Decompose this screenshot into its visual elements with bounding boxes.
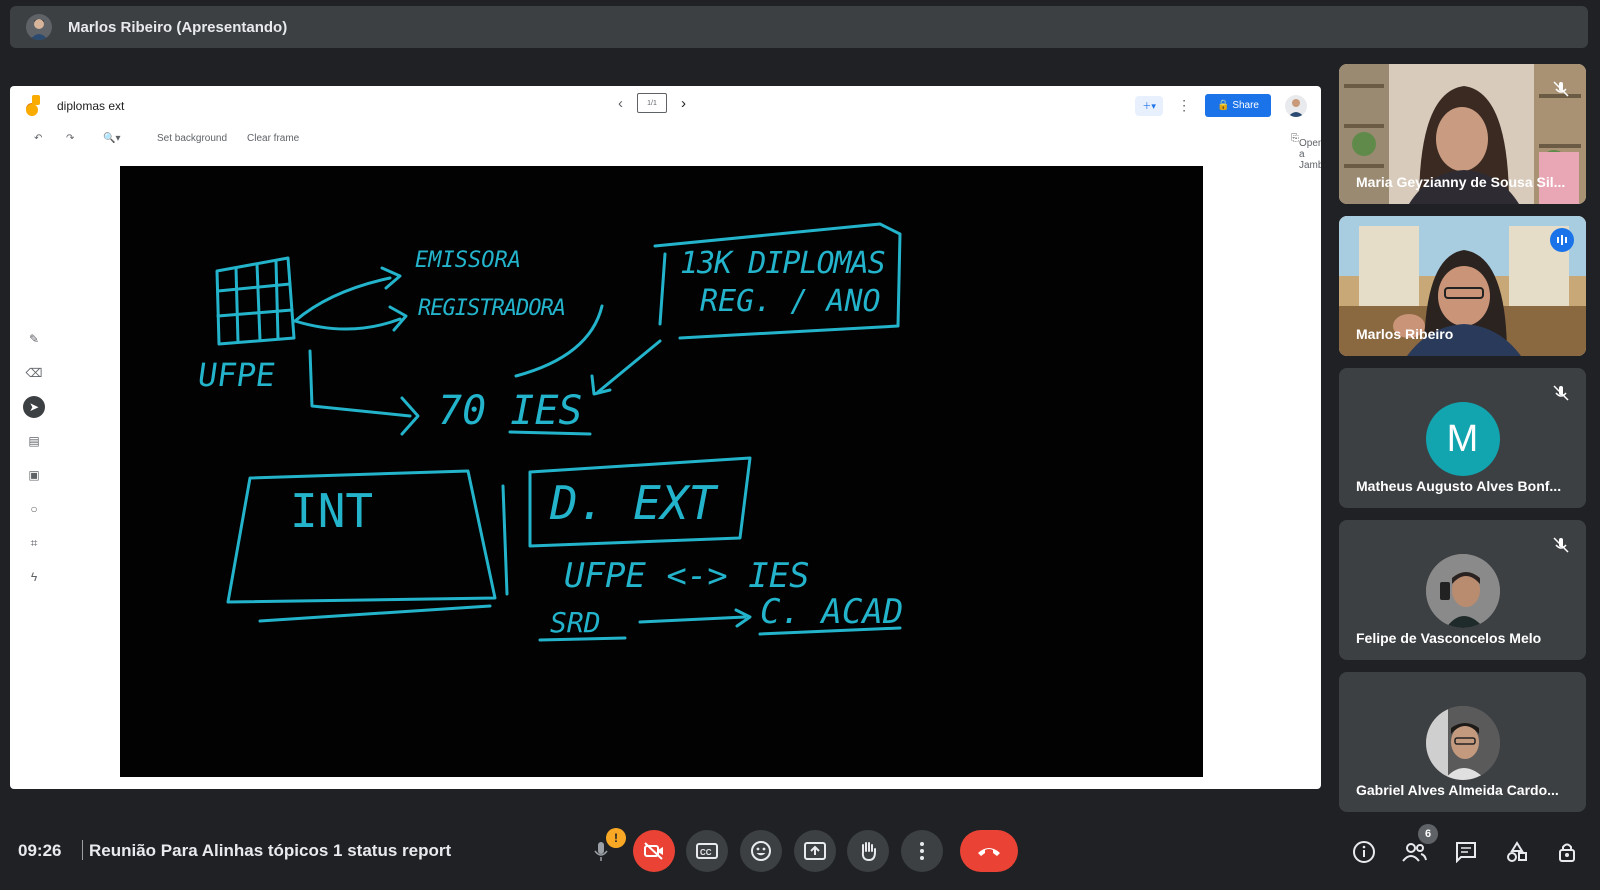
participant-tile[interactable]: M Matheus Augusto Alves Bonf... bbox=[1339, 368, 1586, 508]
hang-up-icon bbox=[978, 848, 1000, 856]
prev-frame-icon[interactable]: ‹ bbox=[618, 95, 623, 112]
people-icon bbox=[1402, 843, 1427, 862]
muted-mic-icon bbox=[1553, 385, 1569, 401]
leave-call-button[interactable] bbox=[960, 830, 1018, 872]
frame-thumbnail[interactable]: 1/1 bbox=[637, 93, 667, 113]
wb-box-line2: REG. / ANO bbox=[700, 284, 881, 319]
more-options-button[interactable] bbox=[901, 830, 943, 872]
participant-name: Felipe de Vasconcelos Melo bbox=[1356, 630, 1542, 646]
emoji-icon bbox=[751, 841, 771, 861]
frame-indicator: 1/1 bbox=[647, 99, 657, 107]
present-screen-button[interactable] bbox=[794, 830, 836, 872]
account-avatar[interactable] bbox=[1285, 94, 1307, 117]
presenter-name: Marlos Ribeiro (Apresentando) bbox=[68, 18, 288, 36]
open-jamboard-button[interactable]: ⎘ Open on a Jamboard bbox=[1291, 133, 1321, 171]
meeting-title: Reunião Para Alinhas tópicos 1 status re… bbox=[89, 841, 452, 860]
participant-initial-avatar: M bbox=[1425, 402, 1500, 476]
drawing-tools: ✎ ⌫ ➤ ▤ ▣ ○ ⌗ ϟ bbox=[23, 328, 45, 588]
participant-name: Maria Geyzianny de Sousa Sil... bbox=[1356, 174, 1566, 190]
activities-icon bbox=[1507, 841, 1527, 862]
laser-tool-icon[interactable]: ϟ bbox=[23, 566, 45, 588]
participant-photo-avatar bbox=[1425, 554, 1500, 628]
open-jamboard-label: Open on a Jamboard bbox=[1299, 138, 1321, 171]
more-options-icon[interactable]: ⋮ bbox=[1177, 97, 1191, 114]
wb-ufpe: UFPE bbox=[195, 356, 278, 394]
svg-text:CC: CC bbox=[700, 848, 712, 857]
wb-dext: D. EXT bbox=[550, 476, 717, 530]
share-label: Share bbox=[1232, 100, 1259, 111]
meeting-controls-bar: 09:26 Reunião Para Alinhas tópicos 1 sta… bbox=[0, 820, 1600, 890]
share-button[interactable]: 🔒 Share bbox=[1205, 94, 1271, 117]
wb-cacad: C. ACAD bbox=[760, 592, 904, 632]
activities-button[interactable] bbox=[1503, 838, 1531, 866]
people-button[interactable] bbox=[1400, 838, 1428, 866]
wb-emissora: EMISSORA bbox=[415, 248, 521, 273]
info-icon bbox=[1353, 841, 1375, 863]
text-box-icon[interactable]: ⌗ bbox=[23, 532, 45, 554]
zoom-icon[interactable]: 🔍▾ bbox=[103, 133, 120, 144]
wb-registradora: REGISTRADORA bbox=[418, 296, 566, 321]
participant-tile[interactable]: Maria Geyzianny de Sousa Sil... bbox=[1339, 64, 1586, 204]
participant-tile[interactable]: Gabriel Alves Almeida Cardo... bbox=[1339, 672, 1586, 812]
circle-tool-icon[interactable]: ○ bbox=[23, 498, 45, 520]
clear-frame-button[interactable]: Clear frame bbox=[247, 133, 299, 144]
jam-title[interactable]: diplomas ext bbox=[57, 99, 124, 113]
captions-icon: CC bbox=[696, 843, 718, 859]
wb-ufpe-ies: UFPE <-> IES bbox=[564, 556, 810, 596]
whiteboard-canvas[interactable]: UFPE EMISSORA REGISTRADORA 13K DIPLOMAS … bbox=[120, 166, 1203, 777]
eraser-tool-icon[interactable]: ⌫ bbox=[23, 362, 45, 384]
select-tool-icon[interactable]: ➤ bbox=[23, 396, 45, 418]
frame-navigator: ‹ 1/1 › bbox=[618, 93, 686, 113]
speaking-indicator-icon bbox=[1550, 228, 1574, 252]
meeting-clock: 09:26 bbox=[18, 841, 62, 860]
raise-hand-button[interactable] bbox=[847, 830, 889, 872]
chat-button[interactable] bbox=[1452, 838, 1480, 866]
muted-mic-icon bbox=[1553, 81, 1569, 97]
participant-name: Gabriel Alves Almeida Cardo... bbox=[1356, 782, 1559, 798]
wb-int: INT bbox=[290, 484, 374, 538]
next-frame-icon[interactable]: › bbox=[681, 95, 686, 112]
hand-icon bbox=[861, 842, 876, 862]
pen-tool-icon[interactable]: ✎ bbox=[23, 328, 45, 350]
divider bbox=[82, 840, 83, 860]
shared-screen: diplomas ext ‹ 1/1 › ＋▾ ⋮ 🔒 Share ↶ ↷ 🔍▾… bbox=[10, 86, 1321, 789]
participant-name: Marlos Ribeiro bbox=[1356, 326, 1454, 342]
meeting-details-button[interactable] bbox=[1350, 838, 1378, 866]
wb-srd: SRD bbox=[550, 606, 601, 639]
chat-icon bbox=[1456, 842, 1476, 863]
host-controls-button[interactable] bbox=[1553, 838, 1581, 866]
jamboard-header: diplomas ext ‹ 1/1 › ＋▾ ⋮ 🔒 Share bbox=[10, 86, 1321, 128]
presenter-avatar bbox=[26, 14, 52, 40]
participant-photo-avatar bbox=[1425, 706, 1500, 780]
whiteboard-text-layer: UFPE EMISSORA REGISTRADORA 13K DIPLOMAS … bbox=[120, 166, 1203, 777]
undo-icon[interactable]: ↶ bbox=[34, 133, 42, 144]
lock-person-icon bbox=[1559, 843, 1575, 862]
add-frame-button[interactable]: ＋▾ bbox=[1135, 95, 1164, 116]
wb-ies: 70 IES bbox=[438, 388, 583, 434]
jamboard-toolbar: ↶ ↷ 🔍▾ Set background Clear frame ⎘ Open… bbox=[10, 128, 1321, 171]
participant-tile-speaking[interactable]: Marlos Ribeiro bbox=[1339, 216, 1586, 356]
redo-icon[interactable]: ↷ bbox=[66, 133, 74, 144]
camera-off-button[interactable] bbox=[633, 830, 675, 872]
image-tool-icon[interactable]: ▣ bbox=[23, 464, 45, 486]
mic-warning-badge: ! bbox=[606, 828, 626, 848]
more-vert-icon bbox=[920, 842, 924, 860]
present-icon bbox=[804, 842, 826, 860]
presenter-bar: Marlos Ribeiro (Apresentando) bbox=[10, 6, 1588, 48]
jamboard-logo-icon bbox=[26, 95, 40, 116]
reactions-button[interactable] bbox=[740, 830, 782, 872]
captions-button[interactable]: CC bbox=[686, 830, 728, 872]
camera-off-icon bbox=[644, 842, 663, 860]
participant-tile[interactable]: Felipe de Vasconcelos Melo bbox=[1339, 520, 1586, 660]
wb-box-line1: 13K DIPLOMAS bbox=[680, 246, 886, 281]
participant-name: Matheus Augusto Alves Bonf... bbox=[1356, 478, 1562, 494]
set-background-button[interactable]: Set background bbox=[157, 133, 227, 144]
sticky-note-icon[interactable]: ▤ bbox=[23, 430, 45, 452]
muted-mic-icon bbox=[1553, 537, 1569, 553]
